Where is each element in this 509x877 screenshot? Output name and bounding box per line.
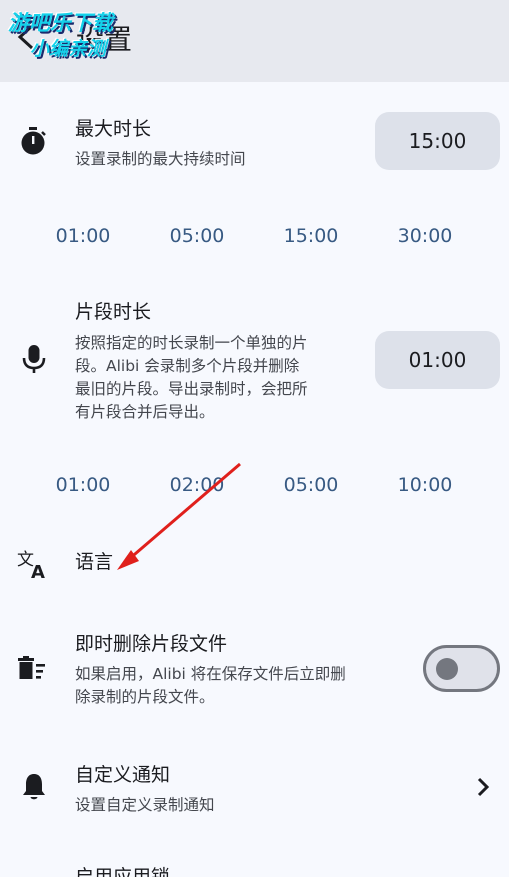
max-duration-option[interactable]: 05:00	[152, 225, 242, 247]
segment-duration-description-line: 按照指定的时长录制一个单独的片	[75, 334, 308, 352]
max-duration-option[interactable]: 15:00	[266, 225, 356, 247]
max-duration-option[interactable]: 01:00	[38, 225, 128, 247]
segment-duration-description-line: 段。Alibi 会录制多个片段并删除	[75, 357, 300, 375]
delete-segments-title: 即时删除片段文件	[75, 633, 228, 655]
segment-duration-description-line: 最旧的片段。导出录制时，会把所	[75, 380, 308, 398]
delete-segments-description-line: 如果启用，Alibi 将在保存文件后立即删	[75, 665, 346, 683]
delete-sweep-icon	[18, 656, 45, 679]
delete-segments-description-line: 除录制的片段文件。	[75, 688, 215, 706]
bell-icon	[23, 774, 45, 800]
app-lock-title[interactable]: 启用应用锁	[75, 862, 170, 877]
watermark-logo: 游吧乐下载 小编亲测	[8, 10, 158, 70]
segment-duration-option[interactable]: 05:00	[266, 474, 356, 496]
translate-icon: 文 A	[17, 550, 45, 581]
segment-duration-value-button[interactable]: 01:00	[375, 331, 500, 389]
segment-duration-option[interactable]: 02:00	[152, 474, 242, 496]
segment-duration-option[interactable]: 10:00	[380, 474, 470, 496]
chevron-right-icon	[477, 777, 490, 797]
max-duration-value-button[interactable]: 15:00	[375, 112, 500, 170]
custom-notification-description: 设置自定义录制通知	[75, 796, 215, 814]
toggle-knob	[436, 658, 458, 680]
delete-segments-toggle[interactable]	[423, 645, 500, 692]
watermark-line2: 小编亲测	[30, 38, 107, 60]
segment-duration-description-line: 有片段合并后导出。	[75, 403, 215, 421]
language-title: 语言	[75, 551, 114, 573]
max-duration-option[interactable]: 30:00	[380, 225, 470, 247]
watermark-line1: 游吧乐下载	[8, 11, 113, 35]
svg-text:A: A	[31, 562, 45, 581]
max-duration-title: 最大时长	[75, 118, 152, 140]
segment-duration-title: 片段时长	[75, 301, 152, 323]
timer-icon	[21, 127, 46, 155]
microphone-icon	[22, 345, 46, 373]
max-duration-description: 设置录制的最大持续时间	[75, 150, 246, 168]
segment-duration-option[interactable]: 01:00	[38, 474, 128, 496]
custom-notification-title: 自定义通知	[75, 764, 171, 786]
top-app-bar: 设置 游吧乐下载 小编亲测	[0, 0, 509, 82]
